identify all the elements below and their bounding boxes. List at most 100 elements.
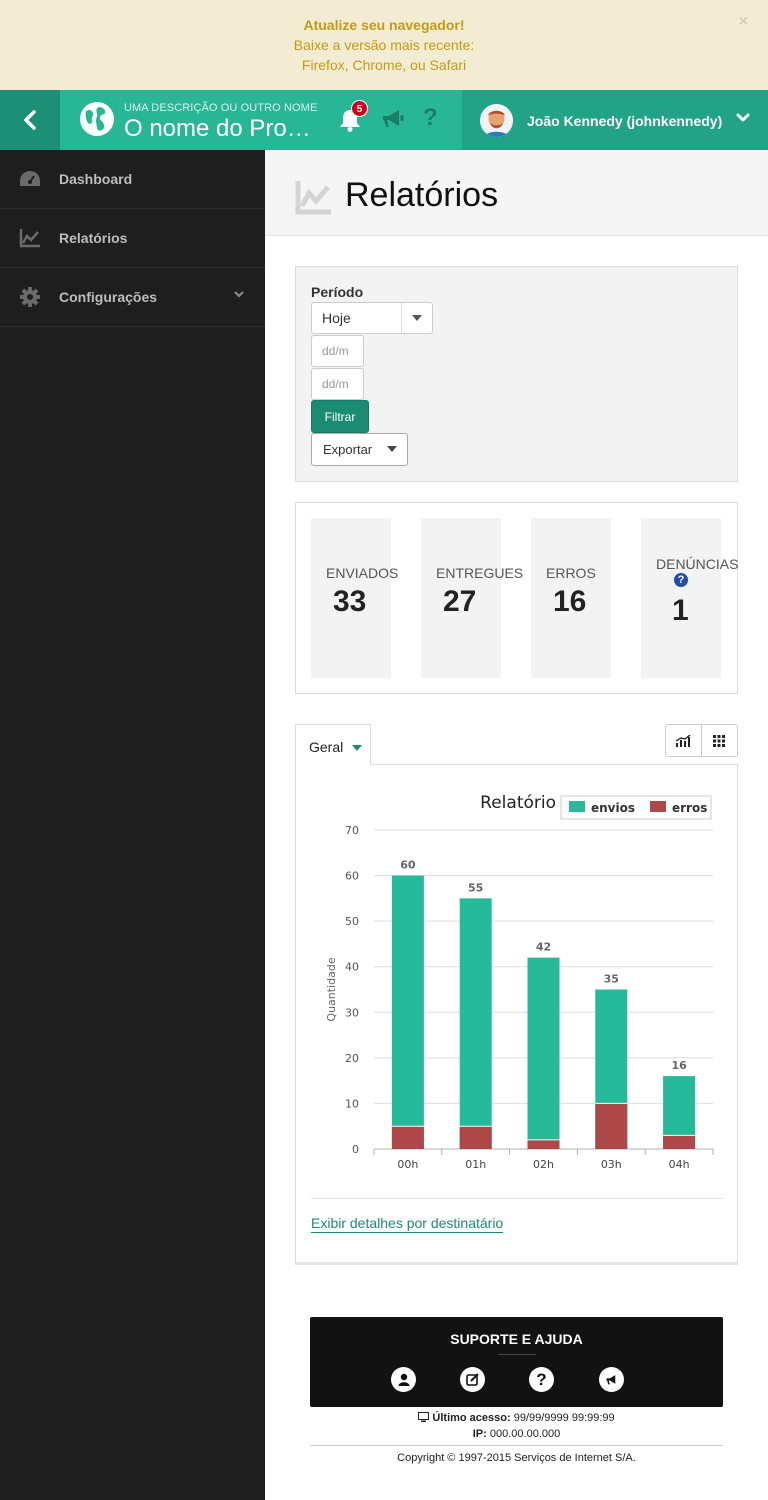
banner-line-2: Firefox, Chrome, ou Safari: [301, 57, 467, 73]
browser-update-banner: Atualize seu navegador! Baixe a versão m…: [0, 0, 768, 90]
edit-icon[interactable]: [460, 1367, 485, 1392]
y-tick-label: 0: [352, 1143, 359, 1156]
sidebar-item-configuracoes[interactable]: Configurações: [0, 268, 265, 327]
user-icon[interactable]: [391, 1367, 416, 1392]
stat-value: 33: [333, 585, 367, 618]
back-button[interactable]: [0, 90, 60, 150]
stat-value: 16: [553, 585, 587, 618]
filter-panel: Período Hoje dd/m dd/m Filtrar Exportar: [295, 266, 738, 482]
line-chart-icon: [19, 227, 41, 249]
stat-label: ENVIADOS: [326, 565, 399, 581]
gear-icon: [19, 286, 41, 308]
y-tick-label: 30: [345, 1006, 359, 1019]
legend-swatch-erros: [650, 801, 666, 812]
divider: [311, 1198, 723, 1199]
caret-down-icon: [387, 446, 397, 452]
support-box: SUPORTE E AJUDA ?: [310, 1317, 723, 1407]
last-access-label: Último acesso:: [432, 1412, 511, 1424]
banner-line-1: Baixe a versão mais recente:: [293, 37, 475, 53]
copyright: Copyright © 1997-2015 Serviços de Intern…: [397, 1452, 636, 1464]
monitor-icon: [418, 1412, 430, 1422]
y-tick-label: 10: [345, 1097, 359, 1110]
stat-label: ENTREGUES: [436, 565, 524, 581]
export-label: Exportar: [323, 442, 373, 457]
x-tick-label: 04h: [669, 1158, 690, 1171]
stat-value: 1: [672, 594, 689, 627]
legend-label-envios: envios: [591, 801, 635, 815]
period-label: Período: [311, 284, 364, 300]
ip-value: 000.00.00.000: [489, 1428, 561, 1440]
chevron-down-icon: [736, 113, 750, 122]
grid-icon: [713, 734, 726, 747]
x-tick-label: 02h: [533, 1158, 554, 1171]
bar-envios: [527, 957, 560, 1149]
bar-chart: 0 10 20 30 40 50 60 70 60 00h 55 01h 42 02h 35 03h 16 04h…: [325, 793, 714, 1171]
chevron-left-icon: [24, 110, 36, 130]
legend-label-erros: erros: [672, 801, 707, 815]
y-tick-label: 70: [345, 824, 359, 837]
data-label: 16: [671, 1059, 687, 1072]
project-title: O nome do Pro…: [124, 115, 311, 142]
divider: [498, 1354, 536, 1355]
last-access: Último acesso: 99/99/9999 99:99:99: [310, 1412, 723, 1424]
sidebar-item-label: Dashboard: [59, 171, 133, 187]
banner-close-button[interactable]: ×: [739, 12, 748, 32]
filter-button[interactable]: Filtrar: [311, 400, 369, 433]
stat-enviados: ENVIADOS 33: [311, 518, 398, 678]
stat-label: ERROS: [546, 565, 596, 581]
dashboard-icon: [19, 168, 41, 190]
help-icon[interactable]: ?: [674, 573, 688, 587]
x-tick-label: 03h: [601, 1158, 622, 1171]
caret-down-icon: [401, 303, 432, 333]
caret-down-icon: [352, 745, 363, 752]
user-menu[interactable]: João Kennedy (johnkennedy): [462, 90, 768, 150]
chart-view-button[interactable]: [666, 725, 702, 756]
megaphone-icon[interactable]: [599, 1367, 624, 1392]
sidebar-item-dashboard[interactable]: Dashboard: [0, 150, 265, 209]
help-icon[interactable]: ?: [423, 104, 438, 132]
project-brand[interactable]: UMA DESCRIÇÃO OU OUTRO NOME O nome do Pr…: [60, 90, 462, 150]
sidebar-item-label: Relatórios: [59, 230, 128, 246]
grid-view-button[interactable]: [702, 725, 738, 756]
banner-title: Atualize seu navegador!: [303, 17, 465, 33]
bar-chart-icon: [675, 734, 691, 747]
stat-denuncias: DENÚNCIAS ? 1: [641, 518, 738, 678]
sidebar-item-relatorios[interactable]: Relatórios: [0, 209, 265, 268]
user-name: João Kennedy (johnkennedy): [527, 113, 723, 129]
stat-value: 27: [443, 585, 477, 618]
help-icon[interactable]: ?: [529, 1367, 554, 1392]
main-content: Relatórios Período Hoje dd/m dd/m Filtra…: [265, 150, 768, 1500]
details-link[interactable]: Exibir detalhes por destinatário: [311, 1215, 504, 1233]
period-select[interactable]: Hoje: [311, 302, 433, 334]
chevron-down-icon: [234, 291, 244, 298]
y-tick-label: 20: [345, 1052, 359, 1065]
last-access-value: 99/99/9999 99:99:99: [513, 1412, 615, 1424]
divider: [310, 1445, 723, 1446]
bar-erros: [459, 1126, 492, 1149]
megaphone-icon[interactable]: [381, 108, 405, 130]
notification-badge: 5: [351, 100, 368, 117]
bar-erros: [595, 1103, 628, 1149]
date-from-input[interactable]: dd/m: [311, 335, 364, 367]
export-button[interactable]: Exportar: [311, 433, 408, 466]
legend-swatch-envios: [569, 801, 585, 812]
ip-label: IP:: [472, 1428, 487, 1440]
x-tick-label: 01h: [465, 1158, 486, 1171]
chart-title: Relatório: [480, 793, 556, 813]
bar-erros: [663, 1135, 696, 1149]
data-label: 60: [400, 859, 416, 872]
top-bar: UMA DESCRIÇÃO OU OUTRO NOME O nome do Pr…: [0, 90, 768, 150]
avatar: [480, 104, 513, 137]
data-label: 42: [536, 941, 551, 954]
chart-tabbar: Geral: [295, 724, 738, 765]
tab-geral[interactable]: Geral: [295, 724, 371, 765]
chart-panel: 0 10 20 30 40 50 60 70 60 00h 55 01h 42 02h 35 03h 16 04h…: [295, 764, 738, 1265]
ip-info: IP: 000.00.00.000: [310, 1428, 723, 1440]
project-subtitle: UMA DESCRIÇÃO OU OUTRO NOME: [124, 102, 318, 114]
stats-panel: ENVIADOS 33 ENTREGUES 27 ERROS 16 DENÚNC…: [295, 502, 738, 694]
y-tick-label: 60: [345, 870, 359, 883]
globe-icon: [80, 102, 114, 136]
sidebar: Dashboard Relatórios Configurações: [0, 150, 265, 1500]
x-tick-label: 00h: [397, 1158, 418, 1171]
date-to-input[interactable]: dd/m: [311, 368, 364, 400]
